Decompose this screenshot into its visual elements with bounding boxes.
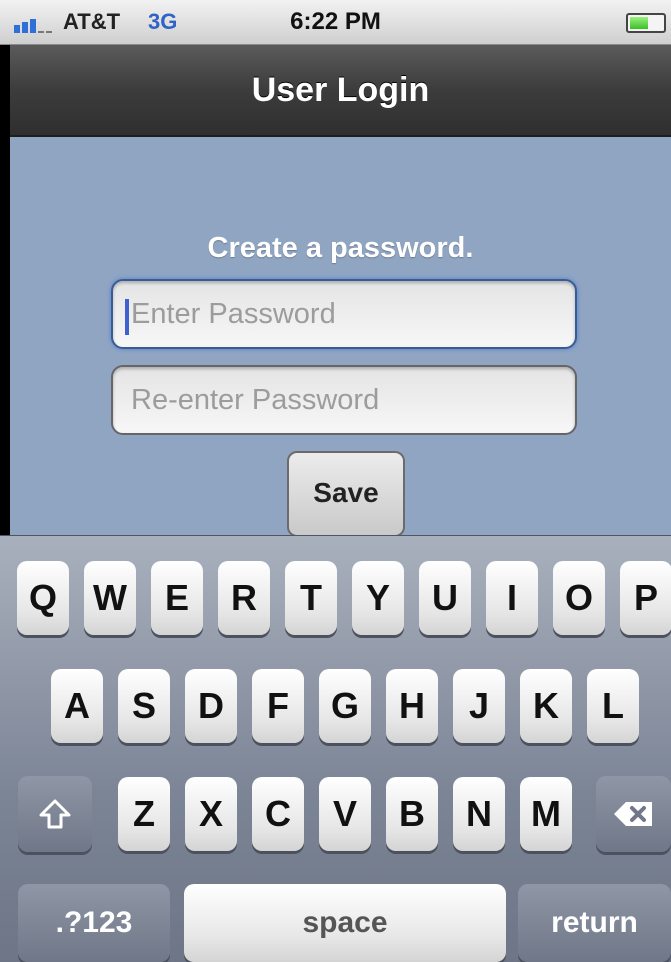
password-placeholder: Enter Password — [131, 298, 336, 330]
status-bar: AT&T 3G 6:22 PM — [0, 0, 671, 45]
key-j[interactable]: J — [453, 669, 505, 743]
onscreen-keyboard: QWERTYUIOP ASDFGHJKL ZXCVBNM .?123 space r… — [0, 535, 671, 962]
backspace-icon — [613, 802, 652, 826]
shift-icon — [39, 799, 71, 829]
space-key[interactable]: space — [184, 884, 506, 962]
key-q[interactable]: Q — [17, 561, 69, 635]
numbers-key[interactable]: .?123 — [18, 884, 170, 962]
key-e[interactable]: E — [151, 561, 203, 635]
key-l[interactable]: L — [587, 669, 639, 743]
page-title: User Login — [251, 71, 430, 109]
key-y[interactable]: Y — [352, 561, 404, 635]
key-p[interactable]: P — [620, 561, 671, 635]
key-a[interactable]: A — [51, 669, 103, 743]
key-v[interactable]: V — [319, 777, 371, 851]
confirm-password-placeholder: Re-enter Password — [131, 384, 380, 416]
return-key[interactable]: return — [518, 884, 671, 962]
navigation-bar: User Login — [10, 45, 671, 137]
app-screen: AT&T 3G 6:22 PM User Login Create a pass… — [0, 0, 671, 962]
key-i[interactable]: I — [486, 561, 538, 635]
key-s[interactable]: S — [118, 669, 170, 743]
battery-icon — [626, 13, 666, 33]
shift-key[interactable] — [18, 776, 92, 852]
confirm-password-field[interactable]: Re-enter Password — [111, 365, 577, 435]
key-u[interactable]: U — [419, 561, 471, 635]
key-t[interactable]: T — [285, 561, 337, 635]
login-form: Create a password. Enter Password Re-ent… — [10, 137, 671, 537]
key-m[interactable]: M — [520, 777, 572, 851]
key-k[interactable]: K — [520, 669, 572, 743]
key-b[interactable]: B — [386, 777, 438, 851]
key-f[interactable]: F — [252, 669, 304, 743]
key-r[interactable]: R — [218, 561, 270, 635]
key-w[interactable]: W — [84, 561, 136, 635]
key-o[interactable]: O — [553, 561, 605, 635]
key-x[interactable]: X — [185, 777, 237, 851]
text-cursor — [125, 299, 129, 335]
clock: 6:22 PM — [290, 8, 381, 35]
save-button[interactable]: Save — [287, 451, 405, 537]
key-g[interactable]: G — [319, 669, 371, 743]
form-prompt: Create a password. — [207, 232, 474, 264]
key-h[interactable]: H — [386, 669, 438, 743]
delete-key[interactable] — [596, 776, 671, 852]
key-c[interactable]: C — [252, 777, 304, 851]
key-z[interactable]: Z — [118, 777, 170, 851]
key-d[interactable]: D — [185, 669, 237, 743]
key-n[interactable]: N — [453, 777, 505, 851]
password-field[interactable]: Enter Password — [111, 279, 577, 349]
